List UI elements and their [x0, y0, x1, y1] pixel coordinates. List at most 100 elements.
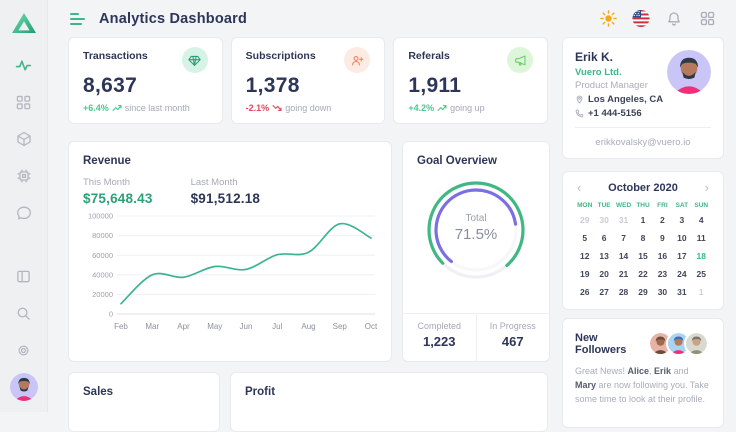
- sidebar-settings-gear-icon[interactable]: [9, 335, 39, 365]
- goal-gauge[interactable]: Total 71.5%: [417, 171, 535, 289]
- sidebar-user-avatar[interactable]: [9, 372, 39, 402]
- calendar-day[interactable]: 3: [672, 211, 691, 229]
- profile-email[interactable]: erikkovalsky@vuero.io: [575, 137, 711, 148]
- delta-note: going up: [450, 103, 485, 113]
- calendar-day[interactable]: 19: [575, 265, 594, 283]
- calendar-day[interactable]: 22: [633, 265, 652, 283]
- calendar-day-header: WED: [614, 199, 633, 211]
- svg-text:20000: 20000: [92, 290, 113, 299]
- calendar-day[interactable]: 10: [672, 229, 691, 247]
- calendar-day[interactable]: 24: [672, 265, 691, 283]
- calendar-day[interactable]: 2: [653, 211, 672, 229]
- svg-text:Jul: Jul: [272, 322, 282, 331]
- calendar-day[interactable]: 31: [614, 211, 633, 229]
- calendar-day[interactable]: 23: [653, 265, 672, 283]
- sidebar-item-components-cube[interactable]: [9, 124, 39, 154]
- megaphone-icon: [507, 47, 533, 73]
- calendar-day[interactable]: 11: [692, 229, 711, 247]
- stat-label: Subscriptions: [246, 50, 316, 62]
- calendar-day[interactable]: 4: [692, 211, 711, 229]
- gauge-center: Total 71.5%: [417, 213, 535, 243]
- calendar-day[interactable]: 6: [594, 229, 613, 247]
- profile-avatar[interactable]: [667, 50, 711, 94]
- followers-title: New Followers: [575, 332, 648, 356]
- calendar-day[interactable]: 7: [614, 229, 633, 247]
- goal-in-progress: In Progress 467: [477, 314, 550, 361]
- theme-sun-icon[interactable]: [599, 10, 617, 28]
- calendar-day-header: SUN: [692, 199, 711, 211]
- delta-note: since last month: [125, 103, 190, 113]
- svg-text:Feb: Feb: [114, 322, 128, 331]
- sidebar-item-dashboards[interactable]: [9, 87, 39, 117]
- calendar-day[interactable]: 30: [653, 283, 672, 301]
- stat-label: Referals: [408, 50, 449, 62]
- calendar-day[interactable]: 1: [633, 211, 652, 229]
- stats-row: Transactions 8,637 +6.4% since last mont…: [68, 37, 548, 124]
- calendar-day[interactable]: 27: [594, 283, 613, 301]
- calendar-day[interactable]: 16: [653, 247, 672, 265]
- calendar-day-selected[interactable]: 18: [692, 247, 711, 265]
- stat-card-subscriptions[interactable]: Subscriptions 1,378 -2.1% going down: [231, 37, 386, 124]
- trend-up-icon: [112, 104, 122, 112]
- menu-toggle-icon[interactable]: [68, 9, 87, 29]
- profile-company[interactable]: Vuero Ltd.: [575, 67, 667, 78]
- profile-phone: +1 444-5156: [575, 108, 667, 119]
- profit-title: Profit: [245, 386, 533, 398]
- language-flag-us-icon[interactable]: [632, 10, 650, 28]
- svg-text:80000: 80000: [92, 231, 113, 240]
- calendar-day[interactable]: 14: [614, 247, 633, 265]
- divider: [575, 127, 711, 128]
- sidebar-item-elements-chip[interactable]: [9, 161, 39, 191]
- app-logo-icon[interactable]: [9, 8, 39, 38]
- calendar-day[interactable]: 20: [594, 265, 613, 283]
- header-actions: [599, 10, 724, 28]
- sidebar-item-activity[interactable]: [9, 50, 39, 80]
- left-column: Transactions 8,637 +6.4% since last mont…: [68, 37, 548, 432]
- calendar-next-icon[interactable]: ›: [703, 181, 711, 194]
- revenue-line-chart[interactable]: 100000800006000040000200000FebMarAprMayJ…: [83, 210, 379, 342]
- svg-text:Sep: Sep: [333, 322, 348, 331]
- trend-up-icon: [437, 104, 447, 112]
- calendar-day[interactable]: 15: [633, 247, 652, 265]
- this-month-value: $75,648.43: [83, 191, 153, 206]
- right-column: Erik K. Vuero Ltd. Product Manager Los A…: [562, 37, 724, 432]
- calendar-day[interactable]: 13: [594, 247, 613, 265]
- calendar-day-header: THU: [633, 199, 652, 211]
- stat-delta: -2.1% going down: [246, 103, 371, 113]
- completed-value: 1,223: [403, 334, 476, 349]
- apps-grid-icon[interactable]: [698, 10, 716, 28]
- calendar-day-header: FRI: [653, 199, 672, 211]
- profile-location: Los Angeles, CA: [575, 94, 667, 105]
- phone-text[interactable]: +1 444-5156: [588, 108, 642, 119]
- calendar-day[interactable]: 8: [633, 229, 652, 247]
- calendar-day[interactable]: 1: [692, 283, 711, 301]
- sales-title: Sales: [83, 386, 205, 398]
- follower-avatars[interactable]: [648, 331, 711, 356]
- svg-text:Oct: Oct: [365, 322, 378, 331]
- calendar-day[interactable]: 26: [575, 283, 594, 301]
- stat-delta: +6.4% since last month: [83, 103, 208, 113]
- notifications-bell-icon[interactable]: [665, 10, 683, 28]
- calendar-day[interactable]: 12: [575, 247, 594, 265]
- sales-card: Sales: [68, 372, 220, 432]
- calendar-day[interactable]: 17: [672, 247, 691, 265]
- svg-text:40000: 40000: [92, 270, 113, 279]
- calendar-day[interactable]: 29: [575, 211, 594, 229]
- calendar-day[interactable]: 28: [614, 283, 633, 301]
- sidebar-item-messages-chat[interactable]: [9, 198, 39, 228]
- stat-label: Transactions: [83, 50, 148, 62]
- calendar-day[interactable]: 9: [653, 229, 672, 247]
- calendar-day[interactable]: 5: [575, 229, 594, 247]
- stat-card-transactions[interactable]: Transactions 8,637 +6.4% since last mont…: [68, 37, 223, 124]
- calendar-day[interactable]: 21: [614, 265, 633, 283]
- calendar-prev-icon[interactable]: ‹: [575, 181, 583, 194]
- calendar-day[interactable]: 29: [633, 283, 652, 301]
- sidebar-search-icon[interactable]: [9, 298, 39, 328]
- goal-overview-card: Goal Overview Total 71.5% Completed 1,22…: [402, 141, 550, 362]
- calendar-day[interactable]: 31: [672, 283, 691, 301]
- sidebar-item-panels-layout[interactable]: [9, 261, 39, 291]
- calendar-day[interactable]: 25: [692, 265, 711, 283]
- stat-card-referals[interactable]: Referals 1,911 +4.2% going up: [393, 37, 548, 124]
- calendar-day[interactable]: 30: [594, 211, 613, 229]
- svg-text:100000: 100000: [88, 212, 113, 221]
